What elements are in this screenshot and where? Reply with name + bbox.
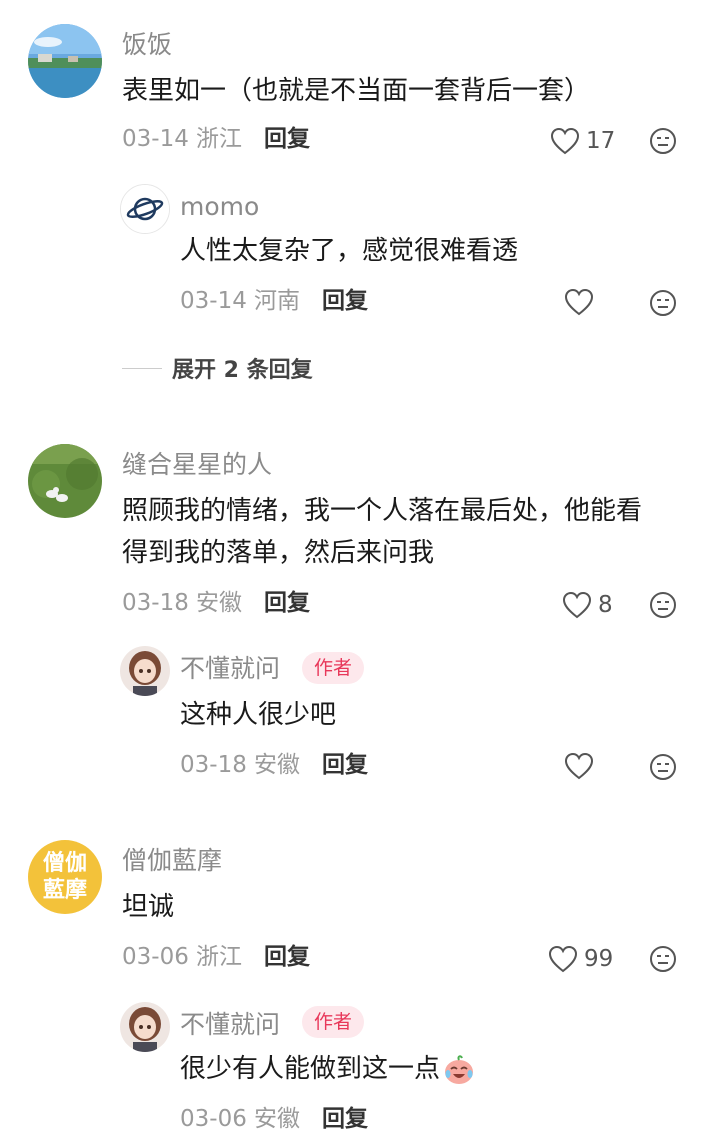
comment-date: 03-06 [122,944,189,970]
avatar[interactable] [120,1002,170,1052]
reply-location: 安徽 [254,1106,300,1132]
avatar-landscape-image [28,24,102,98]
comment-location: 浙江 [196,126,242,152]
avatar-text: 僧伽藍摩 [42,851,87,903]
heart-icon [562,591,592,619]
comment-username[interactable]: 缝合星星的人 [122,452,272,477]
reply-username[interactable]: 不懂就问 [180,656,280,681]
heart-icon [550,127,580,155]
avatar-ducks-image [28,444,102,518]
reply-button[interactable]: 回复 [264,128,310,151]
dislike-face-icon[interactable] [648,752,678,782]
like-count: 99 [584,945,614,972]
reply-location: 河南 [254,288,300,314]
like-button[interactable]: 99 [548,944,613,974]
heart-icon[interactable] [564,288,594,316]
comment-username[interactable]: 僧伽藍摩 [122,848,222,873]
like-count: 8 [598,591,613,618]
heart-icon [548,945,578,973]
like-button[interactable]: 8 [562,590,613,620]
avatar[interactable]: 僧伽藍摩 [28,840,102,914]
reply-date: 03-14 [180,288,247,314]
avatar[interactable] [28,24,102,98]
expand-replies[interactable]: 展开 2 条回复 [122,352,313,384]
reply-button[interactable]: 回复 [322,1108,368,1131]
dislike-face-icon[interactable] [648,590,678,620]
like-button[interactable]: 17 [550,126,615,156]
reply-username[interactable]: momo [180,194,259,219]
dislike-face-icon[interactable] [648,944,678,974]
reply-button[interactable]: 回复 [322,754,368,777]
reply-button[interactable]: 回复 [264,946,310,969]
comment-location: 浙江 [196,944,242,970]
crying-laughing-emoji-icon [445,1054,474,1084]
avatar-girl-image [120,1002,170,1052]
comment-text-line2: 得到我的落单，然后来问我 [122,538,435,568]
reply-text: 人性太复杂了，感觉很难看透 [180,236,519,266]
reply-username[interactable]: 不懂就问 [180,1012,280,1037]
heart-icon[interactable] [564,752,594,780]
dislike-face-icon[interactable] [648,126,678,156]
reply-text: 这种人很少吧 [180,700,337,730]
reply-button[interactable]: 回复 [322,290,368,313]
comment-date: 03-14 [122,126,189,152]
reply-date: 03-18 [180,752,247,778]
author-badge: 作者 [302,652,365,684]
planet-icon [121,185,169,233]
reply-button[interactable]: 回复 [264,592,310,615]
comment-text: 表里如一（也就是不当面一套背后一套） [122,76,591,106]
expand-replies-label[interactable]: 展开 2 条回复 [172,352,313,384]
divider [122,367,162,369]
comment-username[interactable]: 饭饭 [122,32,172,57]
avatar[interactable] [28,444,102,518]
avatar-girl-image [120,646,170,696]
comment-location: 安徽 [196,590,242,616]
reply-text-row: 很少有人能做到这一点 [180,1048,476,1090]
reply-date: 03-06 [180,1106,247,1132]
author-badge: 作者 [302,1006,365,1038]
comment-text: 坦诚 [122,892,175,922]
reply-location: 安徽 [254,752,300,778]
comment-date: 03-18 [122,590,189,616]
avatar[interactable] [120,184,170,234]
like-count: 17 [586,127,616,154]
avatar[interactable] [120,646,170,696]
comment-text-line1: 照顾我的情绪，我一个人落在最后处，他能看 [122,496,643,526]
dislike-face-icon[interactable] [648,288,678,318]
reply-text: 很少有人能做到这一点 [180,1054,441,1084]
